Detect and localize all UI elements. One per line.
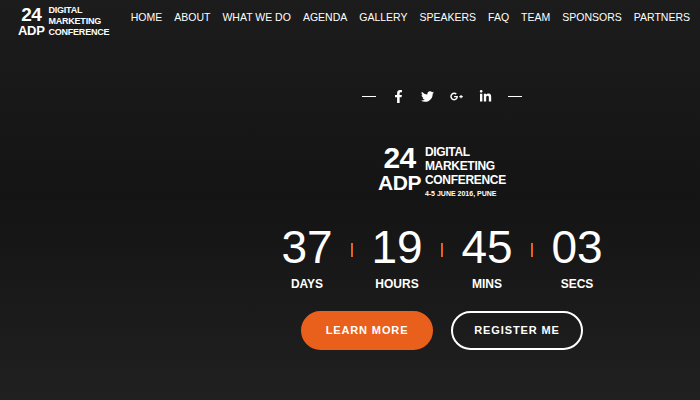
logo-number: 24 xyxy=(21,6,41,24)
countdown-label: HOURS xyxy=(375,277,418,291)
countdown-value: 03 xyxy=(551,221,602,273)
google-plus-icon[interactable] xyxy=(450,90,463,103)
countdown-unit: 03 SECS xyxy=(533,221,621,291)
header-logo[interactable]: 24ADP DIGITALMARKETINGCONFERENCE xyxy=(18,5,109,38)
button-row: LEARN MORE REGISTER ME xyxy=(301,311,583,350)
divider-line xyxy=(508,96,522,97)
hero-logo-line: DIGITAL xyxy=(425,145,506,159)
nav-item[interactable]: SPONSORS xyxy=(562,10,622,26)
nav-item[interactable]: AGENDA xyxy=(303,10,347,26)
social-row xyxy=(362,88,522,104)
countdown-separator xyxy=(441,243,443,257)
hero: 24ADP DIGITALMARKETINGCONFERENCE 4-5 JUNE … xyxy=(0,50,700,350)
countdown-label: MINS xyxy=(472,277,502,291)
logo-acronym: ADP xyxy=(18,24,44,38)
hero-logo-acronym: ADP xyxy=(378,172,421,194)
nav-item[interactable]: TEAM xyxy=(521,10,550,26)
learn-more-button[interactable]: LEARN MORE xyxy=(301,311,433,350)
nav-item[interactable]: WHAT WE DO xyxy=(222,10,290,26)
hero-logo-date: 4-5 JUNE 2016, PUNE xyxy=(425,189,506,199)
hero-logo: 24ADP DIGITALMARKETINGCONFERENCE 4-5 JUNE … xyxy=(378,144,506,199)
countdown-unit: 37 DAYS xyxy=(263,221,351,291)
page: 24ADPDIGITALMARKETINGCONFERENCEHOMEABOUT… xyxy=(0,0,700,400)
facebook-icon[interactable] xyxy=(392,90,405,103)
hero-logo-line: MARKETING xyxy=(425,159,506,173)
countdown: 37 DAYS 19 HOURS 45 MINS 03 SECS xyxy=(263,221,621,291)
header: 24ADP DIGITALMARKETINGCONFERENCE HOME ABOUT… xyxy=(0,0,700,50)
linkedin-icon[interactable] xyxy=(479,90,492,103)
twitter-icon[interactable] xyxy=(421,90,434,103)
countdown-separator xyxy=(351,243,353,257)
nav-item[interactable]: ABOUT xyxy=(174,10,210,26)
hero-logo-line: CONFERENCE xyxy=(425,173,506,187)
nav-item[interactable]: PARTNERS xyxy=(634,10,690,26)
nav-item[interactable]: HOME xyxy=(131,10,163,26)
nav-item[interactable]: GALLERY xyxy=(359,10,407,26)
countdown-unit: 19 HOURS xyxy=(353,221,441,291)
logo-line: CONFERENCE xyxy=(48,27,109,38)
main-nav: HOME ABOUT WHAT WE DO AGENDA GALLERY SPEAKERS… xyxy=(131,5,690,26)
register-button[interactable]: REGISTER ME xyxy=(451,311,583,350)
hero-logo-number: 24 xyxy=(384,144,416,172)
logo-line: DIGITAL xyxy=(48,5,109,16)
logo-line: MARKETING xyxy=(48,16,109,27)
nav-item[interactable]: SPEAKERS xyxy=(419,10,476,26)
countdown-unit: 45 MINS xyxy=(443,221,531,291)
countdown-value: 37 xyxy=(281,221,332,273)
countdown-label: SECS xyxy=(561,277,594,291)
nav-item[interactable]: FAQ xyxy=(488,10,509,26)
countdown-value: 19 xyxy=(371,221,422,273)
countdown-value: 45 xyxy=(461,221,512,273)
countdown-separator xyxy=(531,243,533,257)
divider-line xyxy=(362,96,376,97)
countdown-label: DAYS xyxy=(291,277,323,291)
